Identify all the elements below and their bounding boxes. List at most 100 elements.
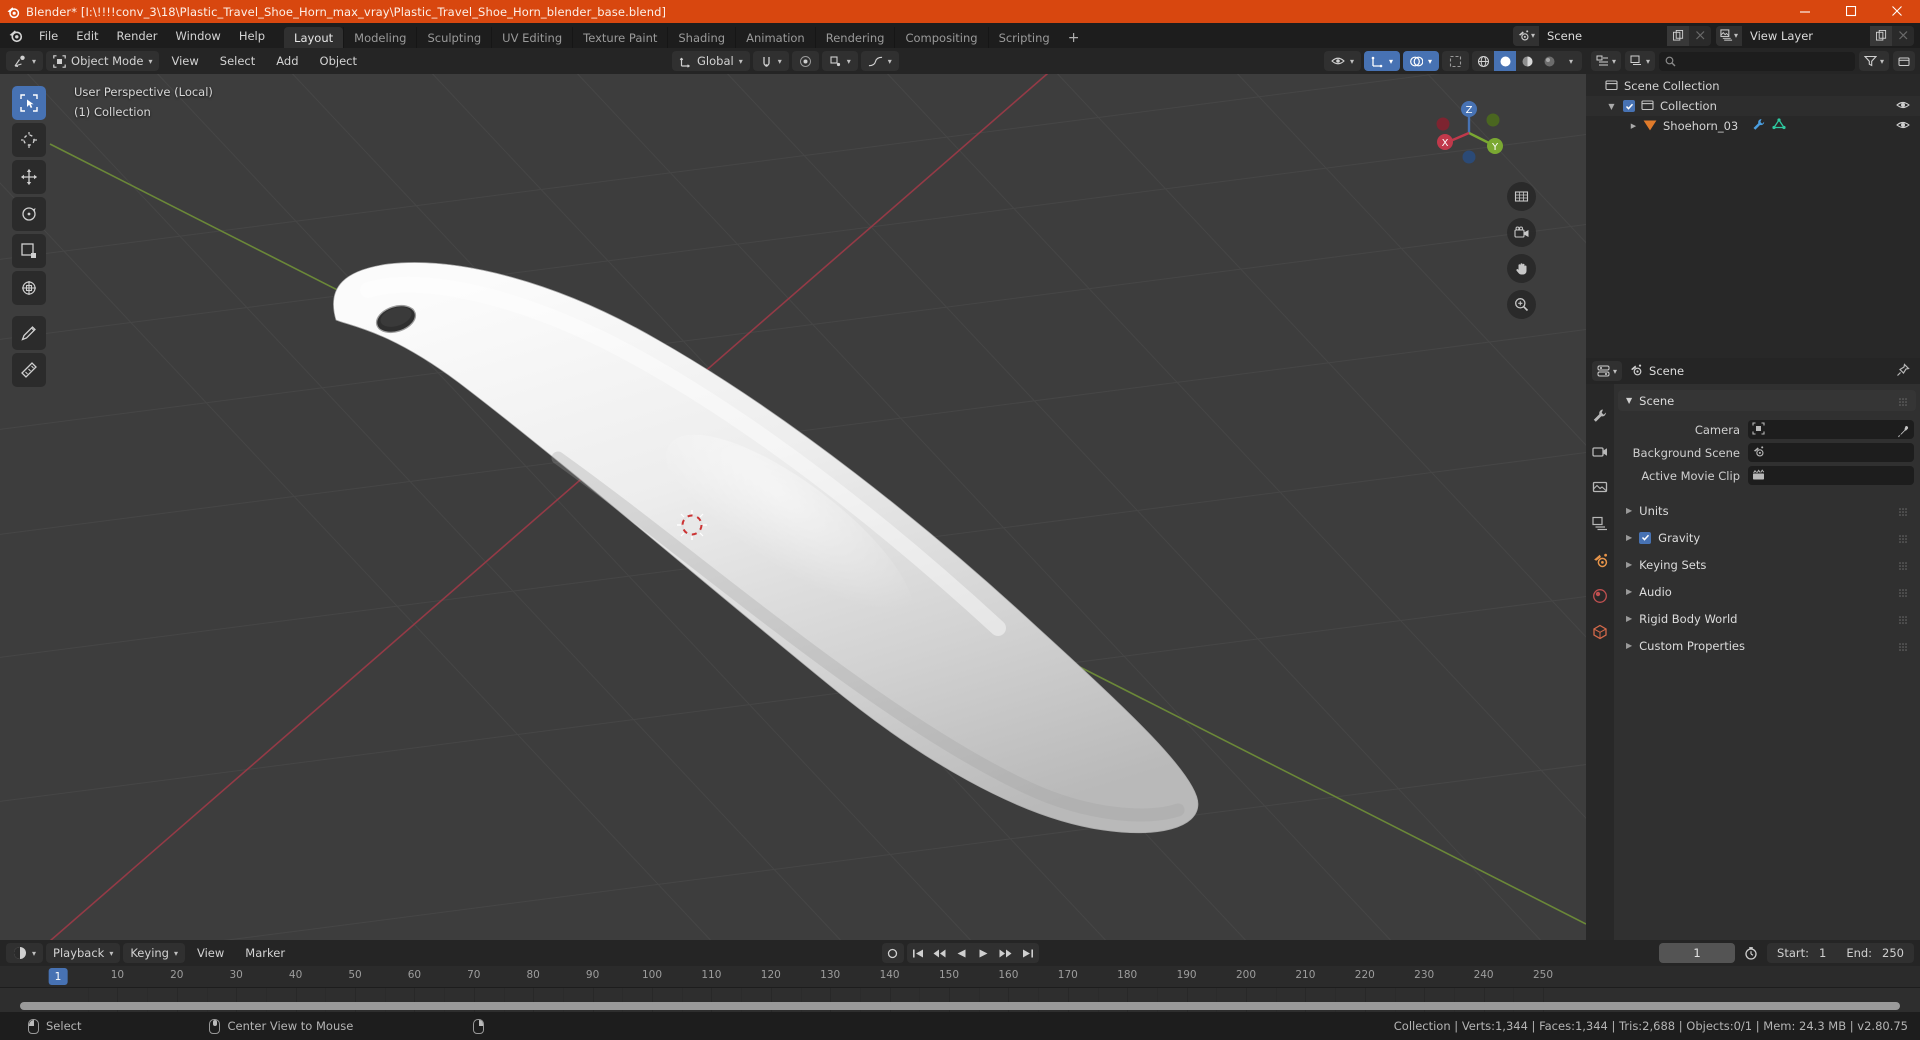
menu-help[interactable]: Help [230, 26, 274, 46]
panel-collapse-triangle-icon[interactable]: ▶ [1626, 560, 1632, 569]
panel-units[interactable]: ▶ Units [1618, 500, 1916, 521]
proportional-edit-toggle[interactable] [791, 51, 819, 71]
cursor-tool[interactable] [12, 123, 46, 157]
jump-to-start-button[interactable] [907, 943, 929, 963]
outliner-row-collection[interactable]: ▼ Collection [1586, 96, 1920, 116]
panel-audio[interactable]: ▶ Audio [1618, 581, 1916, 602]
end-frame-field[interactable]: End: 250 [1836, 943, 1914, 963]
view-layer-name[interactable]: View Layer [1742, 25, 1870, 46]
minimize-button[interactable] [1782, 0, 1828, 23]
falloff-curve-icon[interactable]: ▾ [860, 51, 899, 71]
solid-shading-button[interactable] [1494, 51, 1516, 71]
playhead-label[interactable]: 1 [48, 968, 68, 985]
viewport-menu-add[interactable]: Add [267, 51, 307, 71]
tab-world[interactable] [1590, 586, 1610, 606]
viewport-menu-select[interactable]: Select [211, 51, 264, 71]
timeline-horizontal-scrollbar[interactable] [20, 1002, 1900, 1010]
properties-editor-type-selector[interactable]: ▾ [1592, 361, 1623, 381]
overlays-toggle[interactable]: ▾ [1402, 51, 1439, 71]
timeline-menu-playback[interactable]: Playback ▾ [46, 943, 121, 963]
tab-scene[interactable] [1590, 550, 1610, 570]
panel-collapse-triangle-icon[interactable]: ▶ [1626, 614, 1632, 623]
disclosure-triangle-icon[interactable]: ▼ [1606, 101, 1617, 112]
outliner-display-mode-selector[interactable]: ▾ [1625, 51, 1656, 71]
shading-options-caret[interactable]: ▾ [1560, 51, 1582, 71]
outliner-new-collection-button[interactable] [1893, 51, 1915, 71]
tab-output[interactable] [1590, 478, 1610, 498]
auto-keying-icon[interactable] [1739, 943, 1763, 963]
snap-toggle[interactable]: ▾ [752, 51, 789, 71]
viewport-menu-view[interactable]: View [162, 51, 207, 71]
tab-shading[interactable]: Shading [667, 27, 735, 48]
timeline-menu-view[interactable]: View [188, 943, 233, 963]
tab-animation[interactable]: Animation [735, 27, 815, 48]
scale-tool[interactable] [12, 234, 46, 268]
timeline-menu-keying[interactable]: Keying ▾ [123, 943, 185, 963]
menu-window[interactable]: Window [166, 26, 229, 46]
xray-toggle[interactable] [1442, 51, 1469, 71]
jump-to-end-button[interactable] [1017, 943, 1039, 963]
previous-keyframe-button[interactable] [929, 943, 951, 963]
interaction-mode-selector[interactable]: Object Mode ▾ [46, 51, 160, 71]
background-scene-field[interactable] [1748, 443, 1914, 462]
panel-expand-triangle-icon[interactable]: ▼ [1626, 396, 1632, 405]
panel-scene-header[interactable]: ▼ Scene [1618, 390, 1916, 411]
timeline-track[interactable] [0, 988, 1920, 1014]
editor-type-selector[interactable]: ▾ [6, 51, 44, 71]
navigation-gizmo[interactable]: Z Y X [1430, 94, 1508, 172]
menu-edit[interactable]: Edit [67, 26, 107, 46]
gravity-checkbox[interactable] [1639, 531, 1652, 544]
menu-render[interactable]: Render [108, 26, 167, 46]
collection-checkbox[interactable] [1623, 100, 1635, 112]
wireframe-shading-button[interactable] [1472, 51, 1494, 71]
rotate-tool[interactable] [12, 197, 46, 231]
mesh-data-icon[interactable] [1772, 118, 1786, 134]
remove-view-layer-button[interactable] [1892, 25, 1914, 46]
toggle-orthographic-icon[interactable] [1507, 182, 1536, 211]
panel-collapse-triangle-icon[interactable]: ▶ [1626, 506, 1632, 515]
tab-view-layer[interactable] [1590, 514, 1610, 534]
timeline-menu-marker[interactable]: Marker [236, 943, 294, 963]
tab-render[interactable] [1590, 442, 1610, 462]
eyedropper-icon[interactable] [1896, 423, 1909, 442]
active-movie-clip-field[interactable] [1748, 466, 1914, 485]
tab-sculpting[interactable]: Sculpting [416, 27, 491, 48]
view-layer-selector[interactable]: ▾ View Layer [1716, 25, 1914, 46]
viewport-menu-object[interactable]: Object [311, 51, 366, 71]
outliner-editor-type-selector[interactable]: ▾ [1591, 51, 1622, 71]
auto-keying-record-button[interactable] [881, 943, 904, 963]
unlink-scene-button[interactable] [1689, 25, 1711, 46]
panel-collapse-triangle-icon[interactable]: ▶ [1626, 533, 1632, 542]
camera-view-icon[interactable] [1507, 218, 1536, 247]
panel-keying-sets[interactable]: ▶ Keying Sets [1618, 554, 1916, 575]
transform-tool[interactable] [12, 271, 46, 305]
play-button[interactable] [973, 943, 995, 963]
panel-rigid-body-world[interactable]: ▶ Rigid Body World [1618, 608, 1916, 629]
tab-uv-editing[interactable]: UV Editing [491, 27, 572, 48]
outliner-row-shoehorn[interactable]: ▶ Shoehorn_03 [1586, 116, 1920, 136]
panel-collapse-triangle-icon[interactable]: ▶ [1626, 641, 1632, 650]
outliner-search-input[interactable] [1659, 51, 1855, 71]
modifier-wrench-icon[interactable] [1752, 118, 1766, 134]
tab-object[interactable] [1590, 622, 1610, 642]
tab-compositing[interactable]: Compositing [894, 27, 987, 48]
panel-custom-properties[interactable]: ▶ Custom Properties [1618, 635, 1916, 656]
camera-field[interactable] [1748, 420, 1914, 439]
visibility-eye-icon[interactable] [1896, 119, 1910, 134]
gizmo-toggle[interactable]: ▾ [1363, 51, 1400, 71]
timeline-editor-type-selector[interactable]: ▾ [6, 943, 44, 963]
start-frame-field[interactable]: Start: 1 [1767, 943, 1836, 963]
tab-texture-paint[interactable]: Texture Paint [572, 27, 667, 48]
outliner-filter-button[interactable]: ▾ [1858, 51, 1889, 71]
tab-tool[interactable] [1590, 406, 1610, 426]
disclosure-triangle-icon[interactable]: ▶ [1628, 121, 1639, 132]
transform-orientation-selector[interactable]: Global ▾ [672, 51, 750, 71]
panel-collapse-triangle-icon[interactable]: ▶ [1626, 587, 1632, 596]
measure-tool[interactable] [12, 353, 46, 387]
tab-modeling[interactable]: Modeling [343, 27, 416, 48]
scene-name[interactable]: Scene [1539, 25, 1667, 46]
new-view-layer-button[interactable] [1870, 25, 1892, 46]
menu-file[interactable]: File [30, 26, 67, 46]
timeline-ruler[interactable]: 1 10 20 30 40 50 60 70 80 90 100 110 120 130 140 150 16… [0, 966, 1920, 988]
close-button[interactable] [1874, 0, 1920, 23]
